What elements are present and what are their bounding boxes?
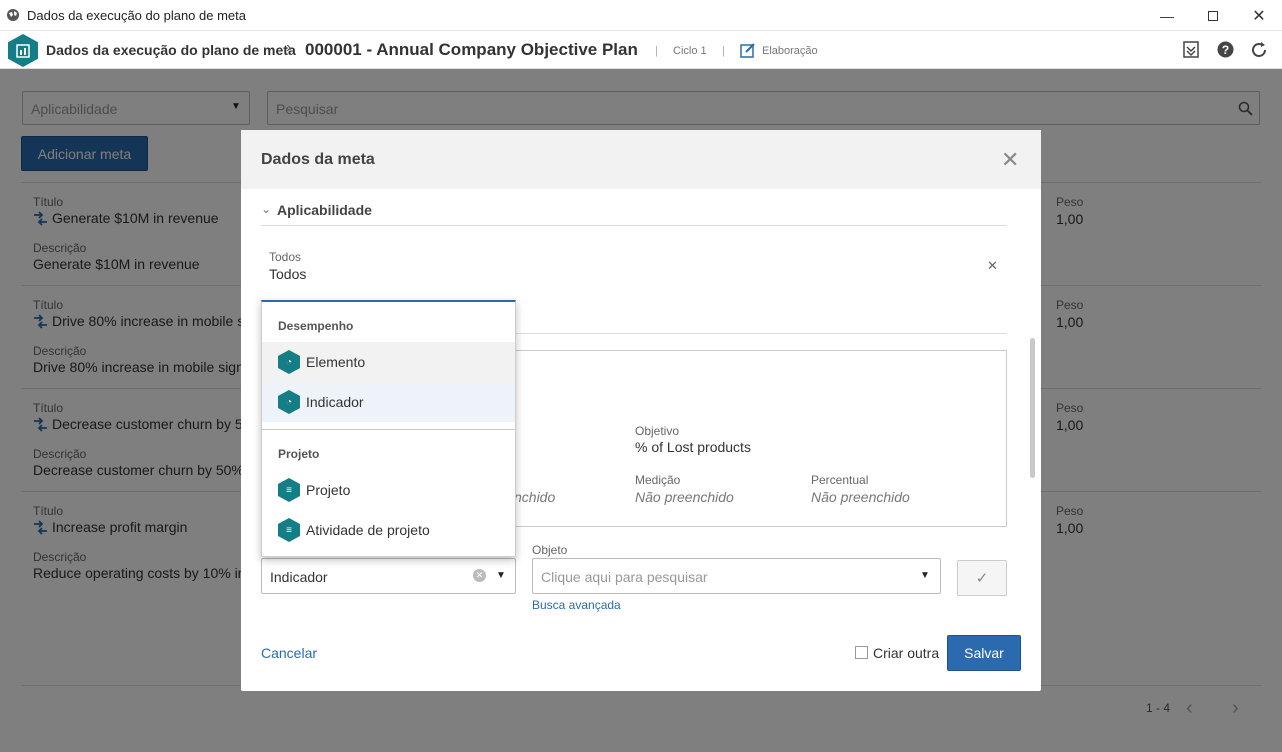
page-title: 000001 - Annual Company Objective Plan	[305, 40, 638, 59]
dropdown-item-project-activity[interactable]: ≡ Atividade de projeto	[262, 510, 515, 550]
dropdown-group-performance: Desempenho	[278, 319, 354, 333]
dropdown-item-label: Atividade de projeto	[306, 522, 430, 538]
advanced-search-link[interactable]: Busca avançada	[532, 598, 621, 612]
window-titlebar: Dados da execução do plano de meta — ✕	[0, 0, 1282, 31]
refresh-icon[interactable]	[1250, 41, 1268, 59]
app-header: Dados da execução do plano de meta › 000…	[0, 31, 1282, 69]
divider: |	[655, 45, 658, 57]
modal-header: Dados da meta ✕	[241, 130, 1041, 189]
save-button[interactable]: Salvar	[947, 635, 1021, 671]
dropdown-item-project[interactable]: ≡ Projeto	[262, 470, 515, 510]
caret-down-icon[interactable]: ▼	[496, 570, 506, 581]
dropdown-item-element[interactable]: ◔ Elemento	[262, 342, 515, 382]
percent-label: Percentual	[811, 473, 869, 487]
type-select-value: Indicador	[270, 569, 328, 585]
close-window-button[interactable]: ✕	[1236, 0, 1282, 31]
create-another-label[interactable]: Criar outra	[873, 645, 939, 661]
create-another-checkbox[interactable]	[855, 646, 868, 659]
scrollbar-thumb[interactable]	[1030, 338, 1035, 478]
checklist-icon[interactable]	[1183, 41, 1199, 58]
app-logo-icon	[8, 34, 38, 67]
caret-down-icon[interactable]: ▼	[920, 570, 930, 581]
type-dropdown-menu: Desempenho ◔ Elemento ◔ Indicador Projet…	[261, 300, 516, 557]
dropdown-item-label: Projeto	[306, 482, 351, 498]
objective-label: Objetivo	[635, 424, 680, 438]
chevron-right-icon: ›	[286, 39, 292, 56]
type-select[interactable]: Indicador ✕ ▼	[261, 558, 516, 594]
objective-value: % of Lost products	[635, 439, 751, 455]
percent-value: Não preenchido	[811, 489, 910, 505]
dropdown-group-project: Projeto	[278, 447, 320, 461]
partial-field-value: nchido	[514, 489, 556, 505]
divider	[516, 333, 1007, 334]
close-modal-icon[interactable]: ✕	[1001, 147, 1019, 173]
chevron-down-icon[interactable]: ⌄	[261, 202, 271, 216]
svg-text:?: ?	[1222, 43, 1229, 57]
divider	[261, 225, 1007, 226]
object-label: Objeto	[532, 543, 568, 557]
dropdown-item-indicator[interactable]: ◔ Indicador	[262, 382, 515, 422]
cancel-link[interactable]: Cancelar	[261, 645, 317, 661]
applicability-field-label: Todos	[269, 250, 302, 264]
cycle-label: Ciclo 1	[673, 45, 707, 57]
clear-icon[interactable]: ✕	[987, 258, 998, 274]
dropdown-item-label: Indicador	[306, 394, 364, 410]
modal-title: Dados da meta	[261, 151, 375, 168]
help-icon[interactable]: ?	[1217, 41, 1234, 58]
object-select[interactable]: Clique aqui para pesquisar ▼	[532, 558, 941, 594]
maximize-button[interactable]	[1190, 0, 1236, 31]
performance-icon: ◔	[278, 350, 300, 374]
window-title: Dados da execução do plano de meta	[27, 8, 246, 23]
measurement-label: Medição	[635, 473, 681, 487]
section-applicability[interactable]: Aplicabilidade	[277, 202, 372, 218]
dropdown-item-label: Elemento	[306, 354, 366, 370]
performance-icon: ◔	[278, 390, 300, 414]
object-placeholder: Clique aqui para pesquisar	[541, 569, 708, 585]
divider: |	[722, 45, 725, 57]
clear-selection-icon[interactable]: ✕	[473, 569, 486, 582]
globe-icon	[7, 9, 19, 21]
minimize-button[interactable]: —	[1144, 0, 1190, 31]
breadcrumb-section[interactable]: Dados da execução do plano de meta	[46, 42, 296, 58]
applicability-field-value: Todos	[269, 266, 307, 282]
project-icon: ≡	[278, 478, 300, 502]
confirm-button[interactable]: ✓	[957, 560, 1007, 596]
project-icon: ≡	[278, 518, 300, 542]
edit-status-icon	[740, 43, 755, 58]
status-label: Elaboração	[762, 45, 818, 57]
divider	[262, 429, 515, 430]
check-icon: ✓	[975, 570, 989, 587]
measurement-value: Não preenchido	[635, 489, 734, 505]
